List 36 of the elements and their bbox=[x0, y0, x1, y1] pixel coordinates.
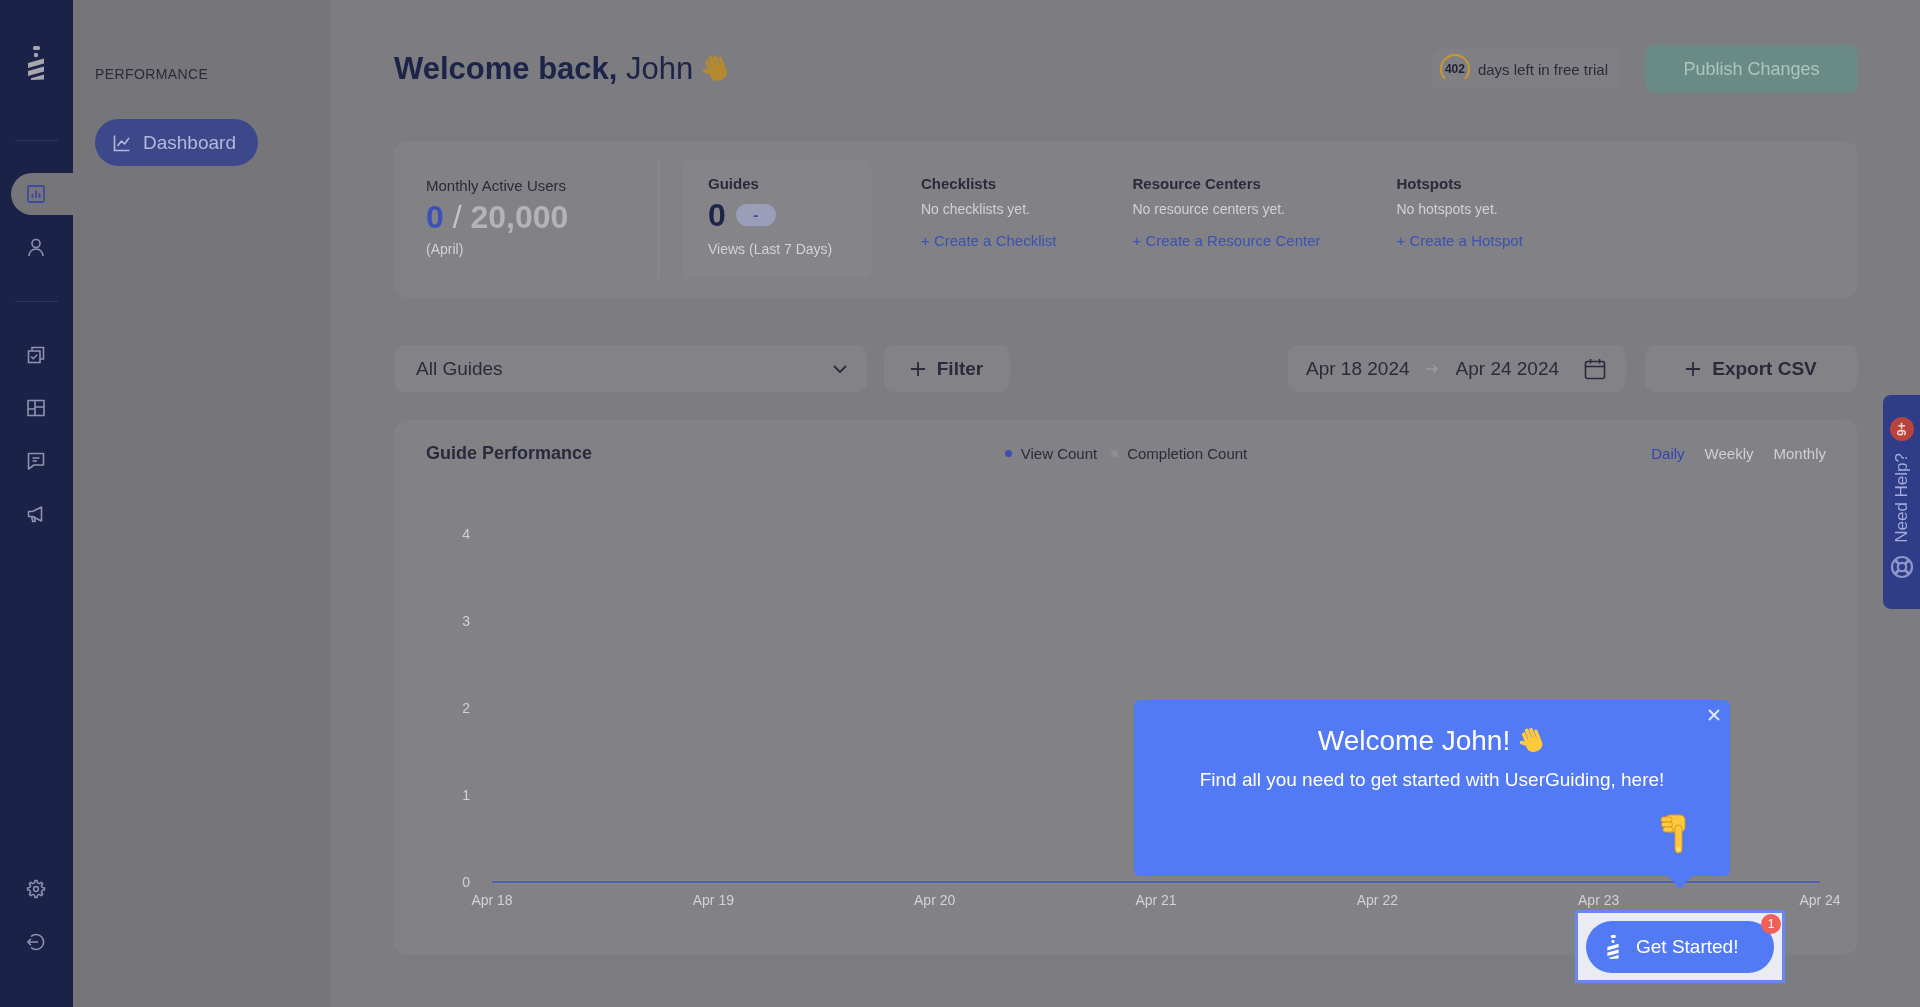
x-axis-label: Apr 21 bbox=[1135, 892, 1177, 908]
y-axis-label: 4 bbox=[462, 526, 470, 542]
y-axis-label: 2 bbox=[462, 700, 470, 716]
legend-label: Completion Count bbox=[1127, 444, 1248, 462]
y-axis-label: 1 bbox=[462, 787, 470, 803]
chart-title: Guide Performance bbox=[426, 442, 593, 464]
x-axis-label: Apr 20 bbox=[914, 892, 956, 908]
empty-state-text: No resource centers yet. bbox=[1132, 201, 1285, 218]
y-axis-label: 3 bbox=[462, 613, 470, 629]
feature-title: Checklists bbox=[921, 175, 997, 193]
tooltip-message: Find all you need to get started with UserGuiding, here! bbox=[1199, 768, 1665, 792]
stat-label: Guides bbox=[708, 175, 759, 193]
stat-label: Monthly Active Users bbox=[426, 177, 567, 195]
stat-period: (April) bbox=[426, 241, 464, 258]
legend-label: View Count bbox=[1020, 444, 1098, 462]
x-axis-label: Apr 24 bbox=[1799, 892, 1841, 908]
x-axis-label: Apr 19 bbox=[692, 892, 734, 908]
y-axis-label: 0 bbox=[462, 874, 470, 890]
empty-state-text: No hotspots yet. bbox=[1396, 201, 1498, 218]
need-help-label: Need Help? bbox=[1891, 453, 1912, 543]
notification-badge: 1 bbox=[1761, 914, 1781, 934]
x-axis-label: Apr 18 bbox=[471, 892, 513, 908]
feature-title: Hotspots bbox=[1396, 175, 1462, 193]
change-badge: - bbox=[735, 204, 776, 226]
notification-badge: 9+ bbox=[1889, 417, 1914, 441]
empty-state-text: No checklists yet. bbox=[921, 201, 1030, 218]
trial-label: days left in free trial bbox=[1477, 60, 1608, 78]
stat-caption: Views (Last 7 Days) bbox=[708, 241, 833, 258]
select-value: All Guides bbox=[416, 357, 503, 380]
tooltip-title: Welcome John! bbox=[1317, 724, 1511, 758]
x-axis-label: Apr 22 bbox=[1356, 892, 1398, 908]
guides-view-count: 0 bbox=[708, 197, 726, 233]
feature-title: Resource Centers bbox=[1132, 175, 1261, 193]
section-heading: PERFORMANCE bbox=[95, 66, 209, 82]
welcome-heading: Welcome back, John bbox=[394, 50, 694, 88]
x-axis-label: Apr 23 bbox=[1578, 892, 1620, 908]
